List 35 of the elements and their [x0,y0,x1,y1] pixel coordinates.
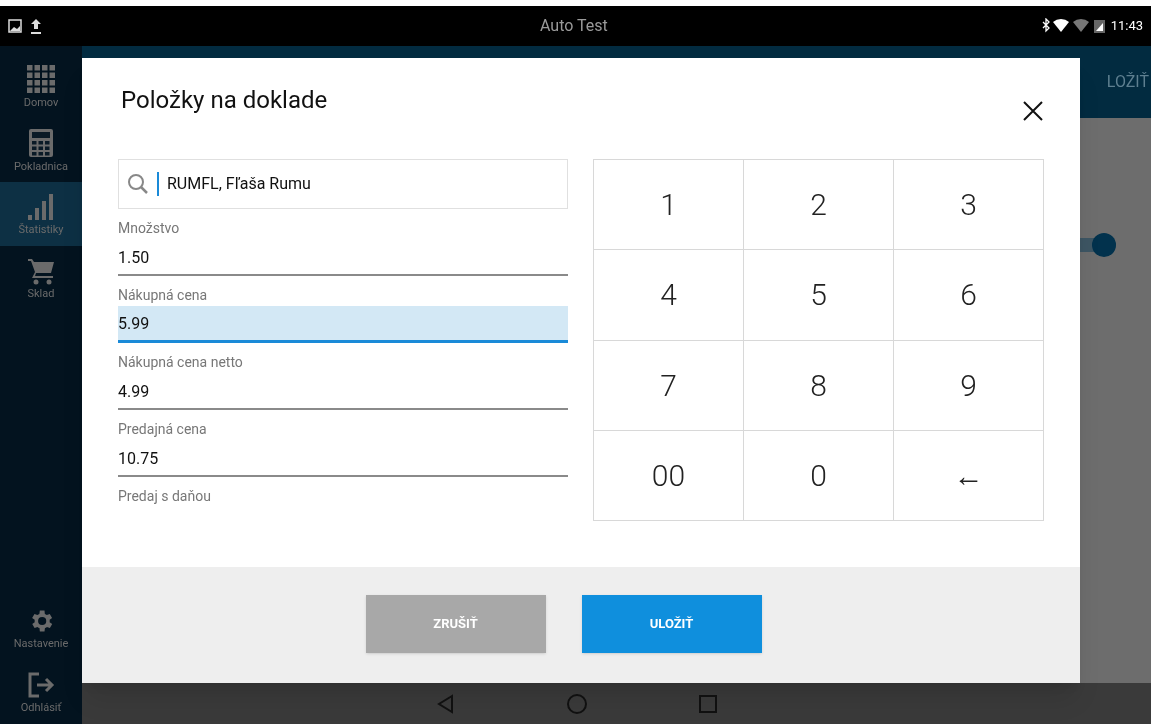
keypad-key[interactable]: 4 [594,250,744,341]
save-button[interactable]: ULOŽIŤ [581,595,762,653]
sidebar-item[interactable]: Odhlásiť [0,660,82,724]
recents-icon[interactable] [697,693,718,714]
keypad-key[interactable]: 9 [894,340,1044,431]
calculator-icon [28,128,54,158]
image-icon [8,19,22,33]
logout-icon [27,671,55,699]
sidebar-item[interactable]: Sklad [0,246,82,310]
keypad-key[interactable]: 3 [894,160,1044,251]
close-icon[interactable] [1022,100,1044,122]
home-icon[interactable] [565,692,588,715]
search-field[interactable]: RUMFL, Fľaša Rumu [118,159,568,209]
grid-icon [26,64,56,94]
app-title: Auto Test [540,15,608,37]
keypad-key[interactable]: 00 [594,430,744,521]
keypad-key[interactable]: 8 [744,340,894,431]
bar-chart-icon [27,193,55,221]
dialog-title: Položky na doklade [120,85,328,116]
sidebar-item[interactable]: Nastavenie [0,596,82,660]
keypad-key[interactable]: 5 [744,250,894,341]
back-icon[interactable] [435,693,456,714]
keypad-key[interactable]: 6 [894,250,1044,341]
sidebar-item[interactable]: Pokladnica [0,118,82,182]
keypad-key[interactable]: 7 [594,340,744,431]
search-icon [127,173,149,195]
keypad-key[interactable]: ← [894,430,1044,521]
keypad-key[interactable]: 0 [744,430,894,521]
status-icons-drawing [1040,18,1107,34]
keypad-key[interactable]: 2 [744,160,894,251]
clock: 11:43 [1110,17,1143,36]
sidebar-item[interactable]: Domov [0,54,82,118]
upload-icon [30,18,42,34]
cart-icon [27,257,55,285]
keypad-key[interactable]: 1 [594,160,744,251]
